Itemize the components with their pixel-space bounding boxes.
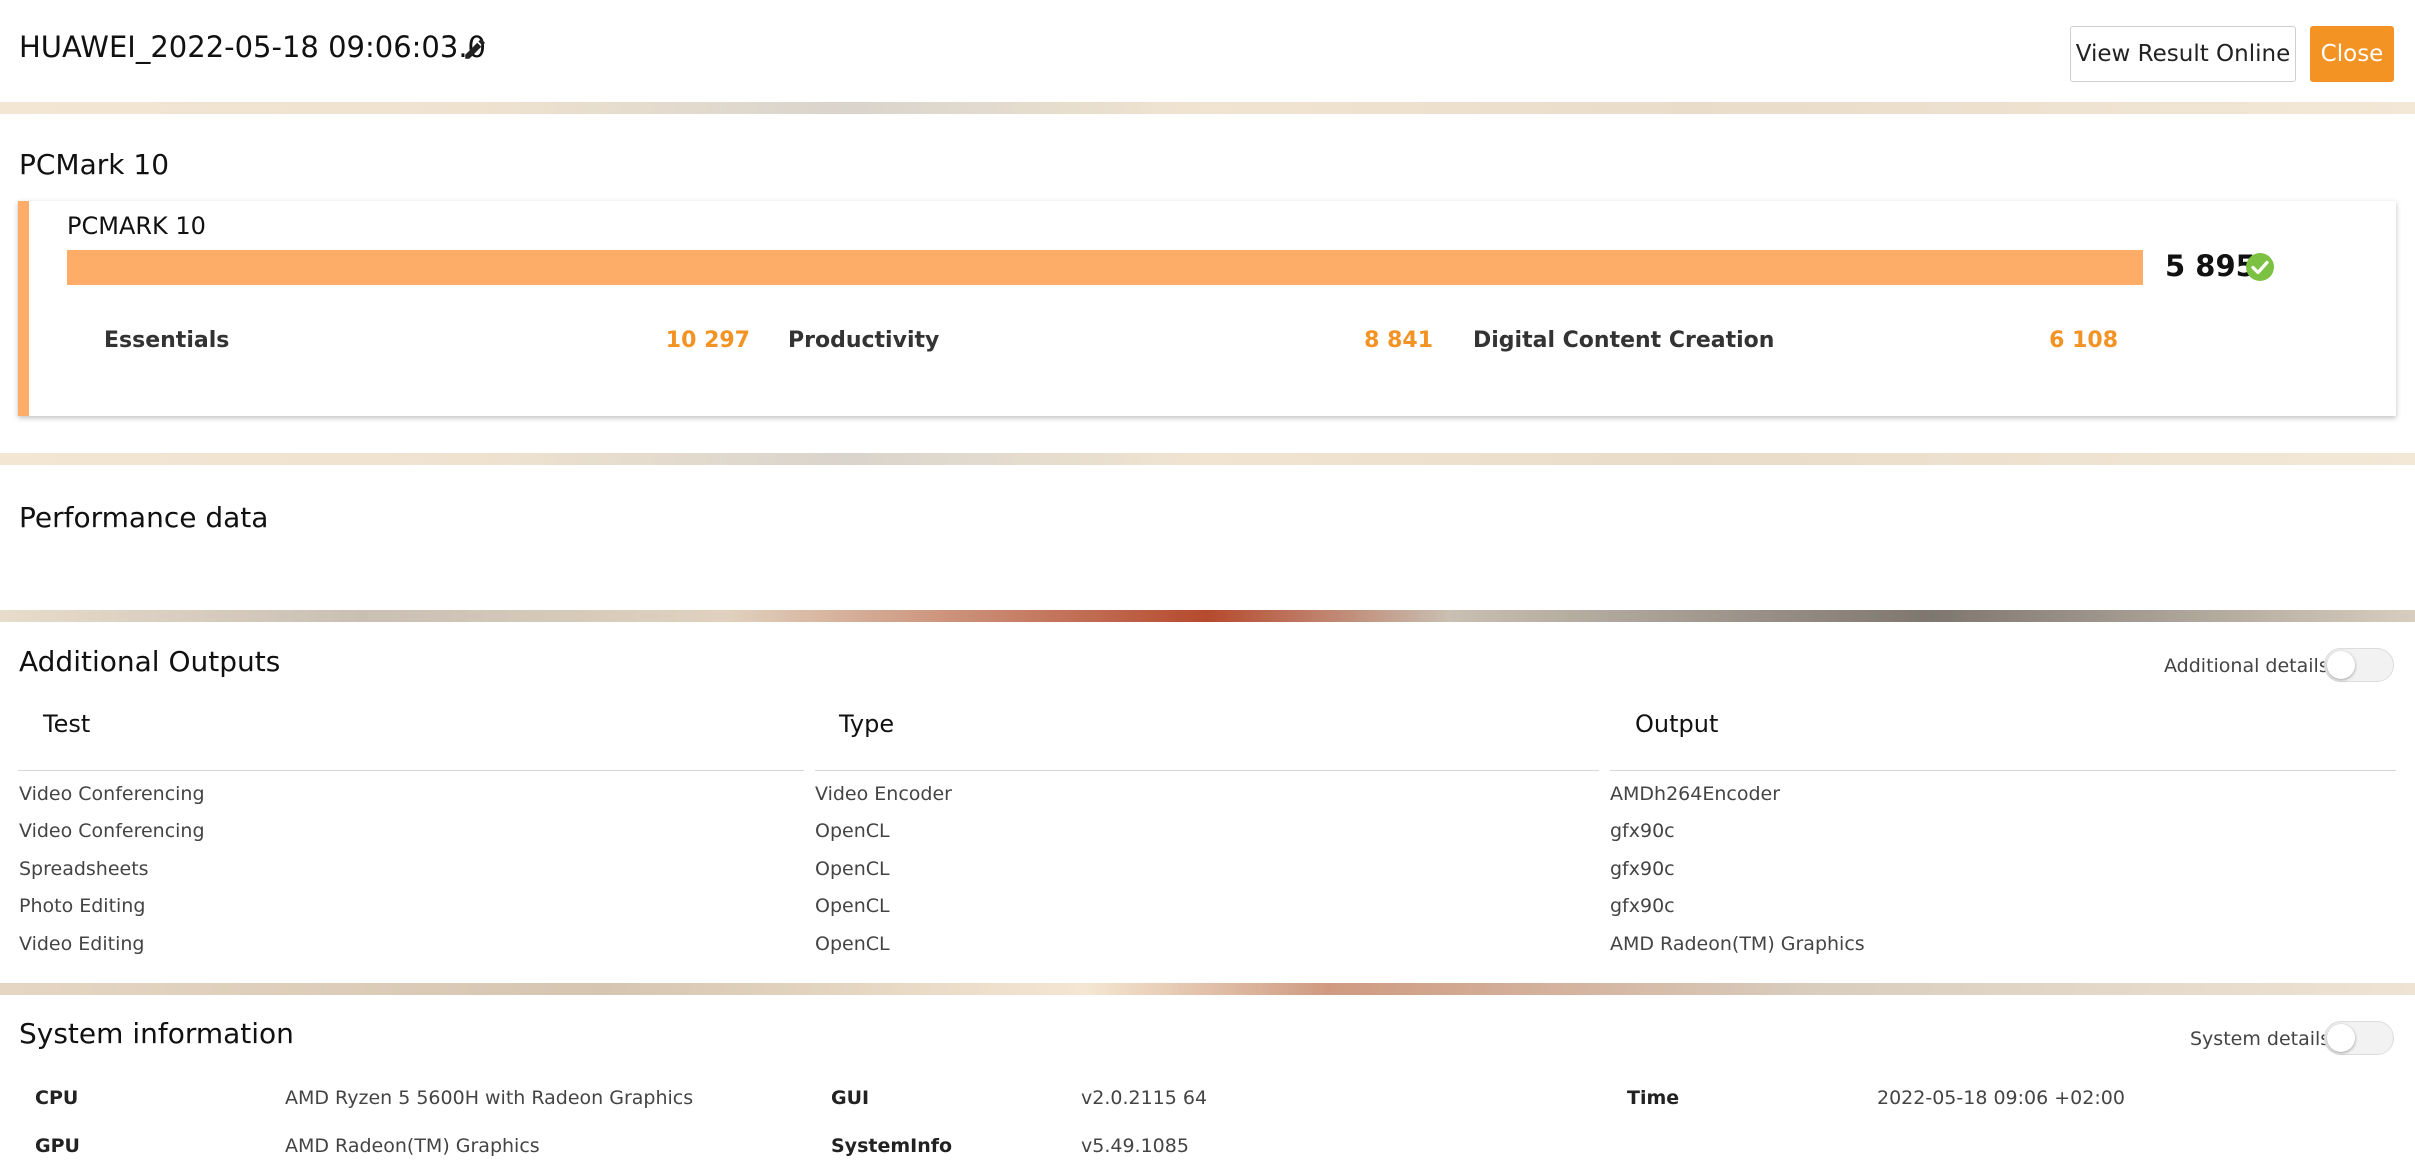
table-cell: Video Editing [19,933,145,955]
system-details-toggle[interactable] [2324,1021,2394,1055]
table-cell: gfx90c [1610,858,1675,880]
sysinfo-key-gui: GUI [831,1087,870,1109]
decorative-strip [0,983,2415,995]
additional-details-label: Additional details [2164,655,2329,677]
table-cell: Video Conferencing [19,783,205,805]
sysinfo-value-cpu: AMD Ryzen 5 5600H with Radeon Graphics [285,1087,694,1109]
view-result-online-button[interactable]: View Result Online [2070,26,2296,82]
score-card [18,201,2396,416]
table-cell: OpenCL [815,858,890,880]
sysinfo-key-cpu: CPU [35,1087,79,1109]
subscore-value: 10 297 [665,328,750,353]
column-divider [1610,770,2396,771]
sysinfo-key-systeminfo: SystemInfo [831,1135,953,1157]
subscore-label: Essentials [104,328,230,353]
table-cell: OpenCL [815,895,890,917]
check-circle-icon [2246,253,2274,281]
column-divider [18,770,804,771]
overall-score: 5 895 [2165,249,2256,283]
column-header-type: Type [839,710,895,738]
toggle-knob [2327,1024,2355,1052]
table-cell: AMDh264Encoder [1610,783,1781,805]
close-button[interactable]: Close [2310,26,2394,82]
table-cell: gfx90c [1610,820,1675,842]
system-section-title: System information [19,1017,294,1050]
table-cell: OpenCL [815,820,890,842]
table-cell: Video Conferencing [19,820,205,842]
score-bar [67,250,2143,285]
sysinfo-key-time: Time [1627,1087,1680,1109]
sysinfo-value-gui: v2.0.2115 64 [1081,1087,1208,1109]
outputs-section [0,622,2415,983]
toggle-knob [2327,651,2355,679]
subscore-value: 8 841 [1364,328,1433,353]
score-card-title: PCMARK 10 [67,212,206,240]
table-cell: Video Encoder [815,783,952,805]
decorative-strip [0,102,2415,114]
subscore-label: Productivity [788,328,940,353]
performance-section [0,465,2415,610]
additional-details-toggle[interactable] [2324,648,2394,682]
table-cell: gfx90c [1610,895,1675,917]
sysinfo-value-gpu: AMD Radeon(TM) Graphics [285,1135,540,1157]
column-header-output: Output [1635,710,1719,738]
score-bar-fill [67,250,2143,285]
header-bar: HUAWEI_2022-05-18 09:06:03.0 View Result… [0,0,2415,102]
benchmark-section-title: PCMark 10 [19,148,170,181]
table-cell: Spreadsheets [19,858,149,880]
decorative-strip [0,610,2415,622]
sysinfo-value-systeminfo: v5.49.1085 [1081,1135,1189,1157]
table-cell: Photo Editing [19,895,146,917]
result-title: HUAWEI_2022-05-18 09:06:03.0 [19,30,487,64]
table-cell: OpenCL [815,933,890,955]
performance-section-title: Performance data [19,501,269,534]
table-cell: AMD Radeon(TM) Graphics [1610,933,1865,955]
column-header-test: Test [43,710,91,738]
column-divider [815,770,1599,771]
pencil-icon[interactable] [462,36,488,62]
outputs-section-title: Additional Outputs [19,645,281,678]
system-details-label: System details [2190,1028,2331,1050]
sysinfo-key-gpu: GPU [35,1135,80,1157]
sysinfo-value-time: 2022-05-18 09:06 +02:00 [1877,1087,2125,1109]
subscore-label: Digital Content Creation [1473,328,1775,353]
decorative-strip [0,453,2415,465]
subscore-value: 6 108 [2049,328,2118,353]
